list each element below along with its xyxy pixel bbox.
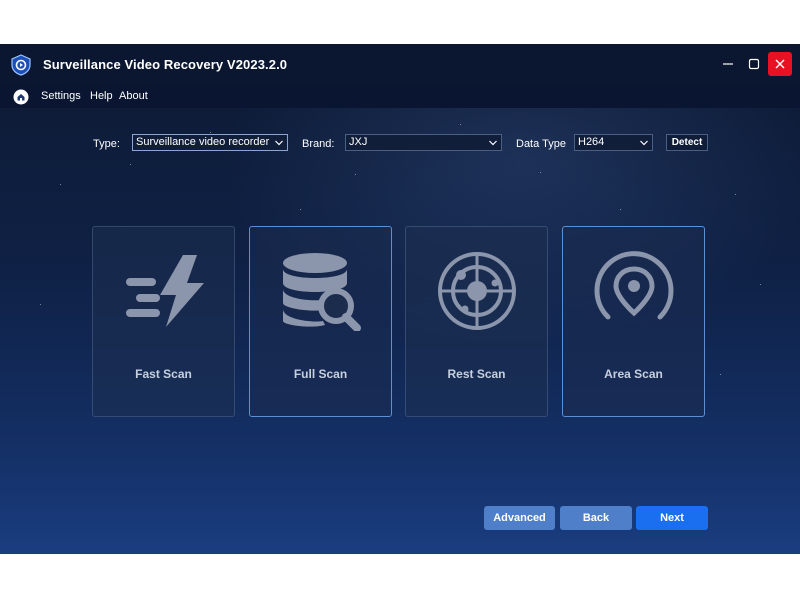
menu-help[interactable]: Help xyxy=(90,90,113,102)
back-button[interactable]: Back xyxy=(560,506,632,530)
home-icon[interactable] xyxy=(13,89,29,105)
location-pin-icon xyxy=(594,251,674,320)
maximize-icon xyxy=(748,58,760,70)
lightning-icon xyxy=(126,255,204,327)
title-bar: Surveillance Video Recovery V2023.2.0 xyxy=(0,44,800,86)
full-scan-label: Full Scan xyxy=(293,367,348,381)
radar-icon xyxy=(438,252,516,330)
type-select[interactable]: Surveillance video recorder xyxy=(132,134,288,151)
chevron-down-icon xyxy=(640,140,648,146)
rest-scan-card[interactable]: Rest Scan xyxy=(405,226,548,417)
shield-logo-icon xyxy=(11,54,31,76)
menu-bar: Settings Help About xyxy=(0,86,800,108)
star-decoration xyxy=(540,172,541,173)
full-scan-card[interactable]: Full Scan xyxy=(249,226,392,417)
app-title: Surveillance Video Recovery V2023.2.0 xyxy=(43,57,288,72)
star-decoration xyxy=(720,374,721,375)
star-decoration xyxy=(735,194,736,195)
area-scan-card[interactable]: Area Scan xyxy=(562,226,705,417)
chevron-down-icon xyxy=(489,140,497,146)
type-select-value: Surveillance video recorder xyxy=(136,136,270,148)
minimize-button[interactable] xyxy=(716,52,740,76)
advanced-button[interactable]: Advanced xyxy=(484,506,555,530)
star-decoration xyxy=(355,174,356,175)
star-decoration xyxy=(760,284,761,285)
data-type-select[interactable]: H264 xyxy=(574,134,653,151)
minimize-icon xyxy=(723,63,733,65)
fast-scan-label: Fast Scan xyxy=(135,367,192,381)
data-type-label: Data Type xyxy=(516,138,566,150)
close-icon xyxy=(775,59,785,69)
star-decoration xyxy=(210,132,211,133)
fast-scan-card[interactable]: Fast Scan xyxy=(92,226,235,417)
next-button[interactable]: Next xyxy=(636,506,708,530)
star-decoration xyxy=(60,184,61,185)
star-decoration xyxy=(620,209,621,210)
detect-button[interactable]: Detect xyxy=(666,134,708,151)
star-decoration xyxy=(460,124,461,125)
database-search-icon xyxy=(283,253,361,331)
close-button[interactable] xyxy=(768,52,792,76)
app-window: Surveillance Video Recovery V2023.2.0 Se… xyxy=(0,44,800,554)
brand-select[interactable]: JXJ xyxy=(345,134,502,151)
type-label: Type: xyxy=(93,138,120,150)
star-decoration xyxy=(130,164,131,165)
maximize-button[interactable] xyxy=(742,52,766,76)
data-type-select-value: H264 xyxy=(578,136,605,148)
area-scan-label: Area Scan xyxy=(604,367,663,381)
brand-select-value: JXJ xyxy=(349,136,368,148)
menu-about[interactable]: About xyxy=(119,90,148,102)
star-decoration xyxy=(40,304,41,305)
menu-settings[interactable]: Settings xyxy=(41,90,81,102)
brand-label: Brand: xyxy=(302,138,335,150)
star-decoration xyxy=(300,209,301,210)
chevron-down-icon xyxy=(275,140,283,146)
rest-scan-label: Rest Scan xyxy=(447,367,506,381)
